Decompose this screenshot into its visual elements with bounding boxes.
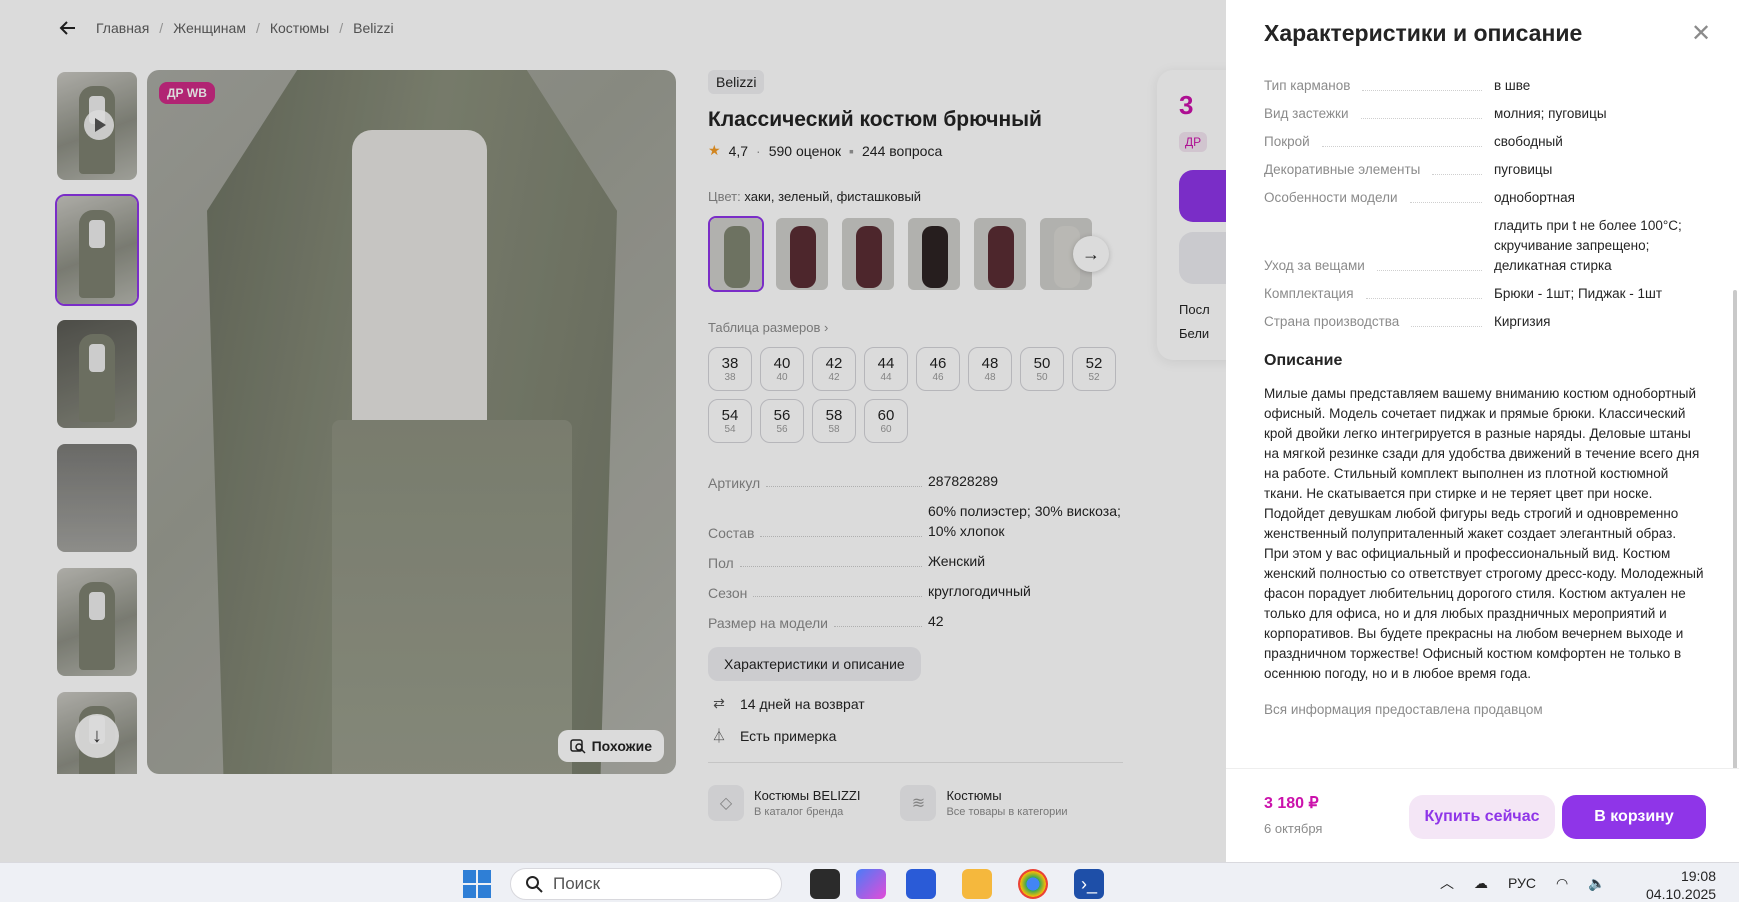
file-explorer-icon[interactable] bbox=[962, 869, 992, 899]
description-title: Описание bbox=[1264, 352, 1343, 369]
characteristic-row: Покрой свободный bbox=[1264, 132, 1704, 152]
characteristic-key: Вид застежки bbox=[1264, 106, 1349, 121]
task-view-icon[interactable] bbox=[810, 869, 840, 899]
add-to-cart-button[interactable]: В корзину bbox=[1562, 795, 1706, 839]
characteristic-row: Вид застежки молния; пуговицы bbox=[1264, 104, 1704, 124]
search-icon bbox=[526, 876, 543, 893]
characteristic-row: Страна производства Киргизия bbox=[1264, 312, 1704, 332]
panel-footer: 3 180 ₽ 6 октября Купить сейчас В корзин… bbox=[1226, 768, 1739, 862]
copilot-icon[interactable] bbox=[856, 869, 886, 899]
description-text: Милые дамы представляем вашему вниманию … bbox=[1264, 386, 1704, 681]
characteristic-value: пуговицы bbox=[1494, 162, 1553, 177]
characteristic-value: свободный bbox=[1494, 134, 1563, 149]
characteristic-key: Тип карманов bbox=[1264, 78, 1351, 93]
characteristic-row: Уход за вещами гладить при t не более 100… bbox=[1264, 216, 1704, 276]
characteristic-row: Тип карманов в шве bbox=[1264, 76, 1704, 96]
windows-logo-icon bbox=[463, 870, 491, 898]
wifi-icon[interactable]: ◠ bbox=[1556, 875, 1568, 892]
volume-icon[interactable]: 🔈 bbox=[1588, 875, 1605, 892]
powershell-icon[interactable]: ›_ bbox=[1074, 869, 1104, 899]
characteristic-key: Декоративные элементы bbox=[1264, 162, 1421, 177]
language-indicator[interactable]: РУС bbox=[1508, 875, 1536, 891]
characteristic-key: Страна производства bbox=[1264, 314, 1400, 329]
chrome-icon[interactable] bbox=[1018, 869, 1048, 899]
characteristic-row: Декоративные элементы пуговицы bbox=[1264, 160, 1704, 180]
characteristic-value: Киргизия bbox=[1494, 314, 1551, 329]
panel-title: Характеристики и описание bbox=[1264, 20, 1583, 46]
start-button[interactable] bbox=[462, 869, 492, 899]
seller-note: Вся информация предоставлена продавцом bbox=[1264, 702, 1543, 717]
panel-scrollbar[interactable] bbox=[1733, 290, 1737, 770]
search-placeholder: Поиск bbox=[553, 874, 601, 893]
characteristic-key: Комплектация bbox=[1264, 286, 1354, 301]
taskbar: Поиск ›_ ︿ ☁ РУС ◠ 🔈 19:08 04.10.2025 bbox=[0, 862, 1739, 902]
characteristic-key: Уход за вещами bbox=[1264, 258, 1365, 273]
panel-body: Тип карманов в шве Вид застежки молния; пуг… bbox=[1264, 76, 1704, 717]
footer-price: 3 180 ₽ bbox=[1264, 795, 1319, 812]
characteristic-row: Особенности модели однобортная bbox=[1264, 188, 1704, 208]
delivery-date: 6 октября bbox=[1264, 821, 1323, 836]
store-icon[interactable] bbox=[906, 869, 936, 899]
chevron-up-icon[interactable]: ︿ bbox=[1440, 873, 1454, 893]
clock-time: 19:08 bbox=[1680, 868, 1716, 884]
clock[interactable]: 19:08 04.10.2025 bbox=[1646, 867, 1716, 902]
network-off-icon[interactable]: ☁ bbox=[1474, 875, 1488, 892]
characteristic-row: Комплектация Брюки - 1шт; Пиджак - 1шт bbox=[1264, 284, 1704, 304]
characteristics-panel: Характеристики и описание ✕ Тип карманов… bbox=[1226, 0, 1739, 862]
characteristic-value: Брюки - 1шт; Пиджак - 1шт bbox=[1494, 286, 1663, 301]
characteristic-key: Особенности модели bbox=[1264, 190, 1398, 205]
characteristic-value: молния; пуговицы bbox=[1494, 106, 1607, 121]
characteristic-key: Покрой bbox=[1264, 134, 1310, 149]
system-tray: ︿ ☁ РУС ◠ 🔈 bbox=[1440, 873, 1606, 893]
close-icon[interactable]: ✕ bbox=[1689, 22, 1713, 48]
clock-date: 04.10.2025 bbox=[1646, 886, 1717, 902]
taskbar-search[interactable]: Поиск bbox=[510, 868, 782, 900]
characteristics-list: Тип карманов в шве Вид застежки молния; пуг… bbox=[1264, 76, 1704, 332]
characteristic-value: в шве bbox=[1494, 78, 1531, 93]
characteristic-value: однобортная bbox=[1494, 190, 1575, 205]
buy-now-button[interactable]: Купить сейчас bbox=[1409, 795, 1555, 839]
characteristic-value: гладить при t не более 100°C; скручивани… bbox=[1494, 218, 1682, 273]
